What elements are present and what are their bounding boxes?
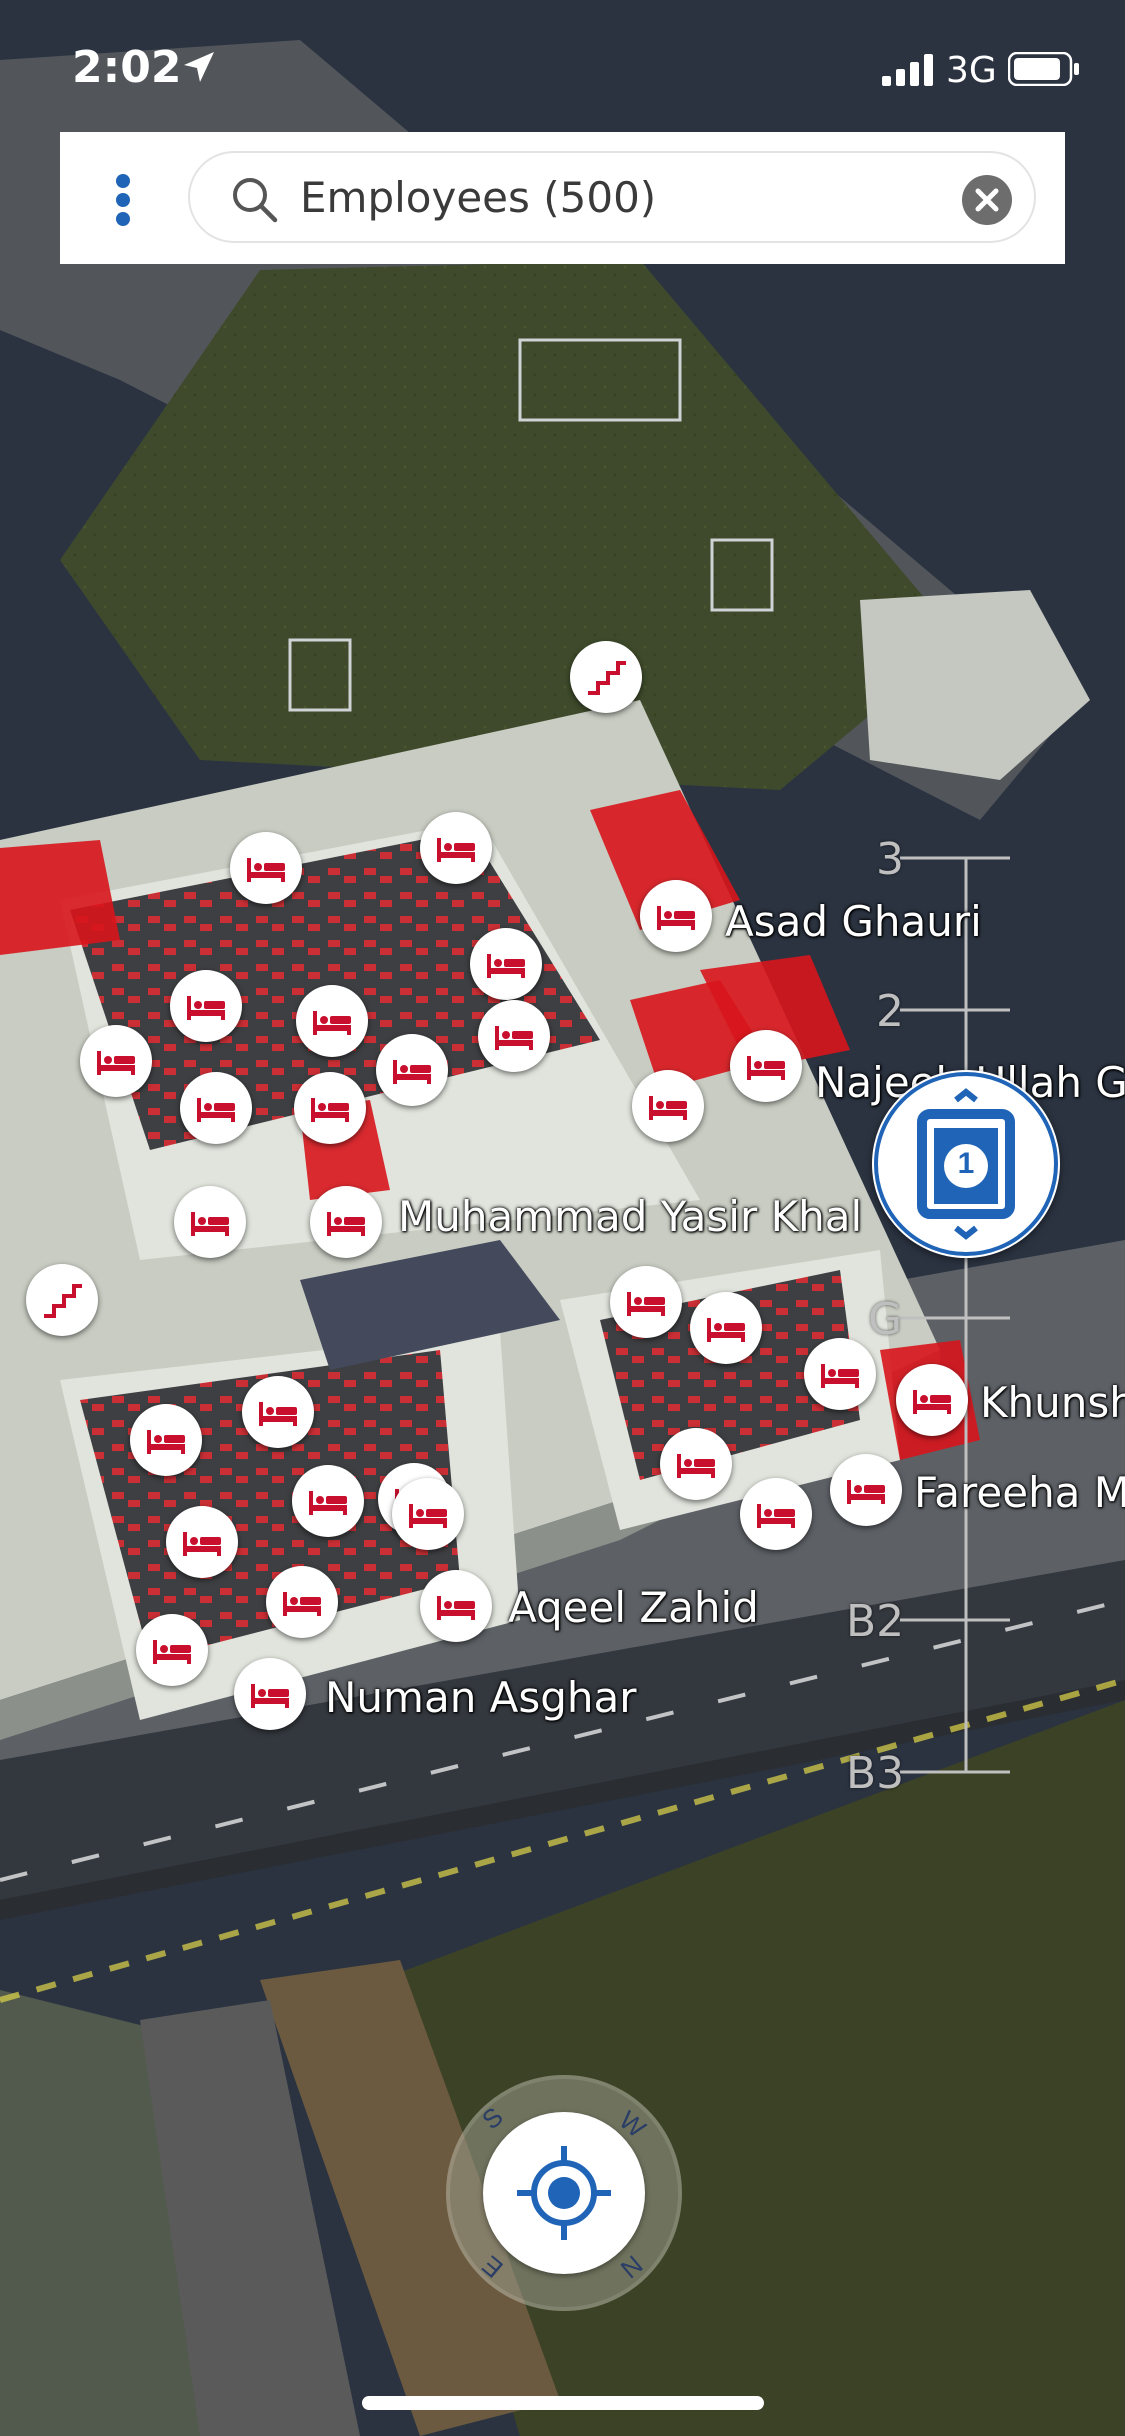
bed-icon — [259, 1402, 297, 1426]
elevator-floor-button[interactable]: 1 — [872, 1070, 1060, 1258]
close-icon — [975, 188, 999, 212]
employee-label[interactable]: Muhammad Yasir Khal — [398, 1192, 862, 1241]
employee-marker[interactable] — [420, 1570, 492, 1642]
bed-icon — [97, 1051, 135, 1075]
bed-icon — [187, 996, 225, 1020]
bed-icon — [313, 1011, 351, 1035]
employee-marker[interactable] — [690, 1292, 762, 1364]
search-query[interactable]: Employees (500) — [300, 173, 656, 222]
employee-marker[interactable] — [478, 1000, 550, 1072]
bed-icon — [495, 1026, 533, 1050]
employee-marker[interactable] — [230, 832, 302, 904]
employee-marker[interactable] — [292, 1465, 364, 1537]
crosshair-icon — [517, 2146, 611, 2240]
employee-label[interactable]: Khunsh — [980, 1378, 1125, 1427]
employee-marker[interactable] — [80, 1025, 152, 1097]
employee-marker[interactable] — [310, 1186, 382, 1258]
employee-marker[interactable] — [174, 1186, 246, 1258]
employee-marker[interactable] — [470, 928, 542, 1000]
stairs-marker[interactable] — [26, 1264, 98, 1336]
floor-label-2[interactable]: 2 — [876, 986, 904, 1037]
vertical-dots-icon — [116, 174, 130, 188]
employee-marker[interactable] — [234, 1658, 306, 1730]
network-type: 3G — [946, 50, 997, 91]
employee-label[interactable]: Aqeel Zahid — [508, 1583, 759, 1632]
bed-icon — [657, 906, 695, 930]
search-bar: Employees (500) — [60, 132, 1065, 264]
bed-icon — [327, 1212, 365, 1236]
employee-marker[interactable] — [610, 1266, 682, 1338]
bed-icon — [847, 1480, 885, 1504]
locate-me-button[interactable] — [483, 2112, 645, 2274]
bed-icon — [197, 1098, 235, 1122]
menu-button[interactable] — [96, 162, 152, 234]
bed-icon — [707, 1318, 745, 1342]
floor-label-3[interactable]: 3 — [876, 834, 904, 885]
bed-icon — [247, 858, 285, 882]
bed-icon — [437, 1596, 475, 1620]
employee-marker[interactable] — [640, 880, 712, 952]
floor-label-g[interactable]: G — [868, 1294, 902, 1345]
bed-icon — [437, 838, 475, 862]
search-input[interactable]: Employees (500) — [188, 151, 1036, 243]
employee-marker[interactable] — [830, 1454, 902, 1526]
map-view[interactable]: 3 2 G B2 B3 Asad Ghauri Najeeb Ullah G M… — [0, 0, 1125, 2436]
stairs-icon — [44, 1284, 82, 1318]
status-bar: 2:02 3G — [0, 0, 1125, 140]
bed-icon — [153, 1640, 191, 1664]
bed-icon — [627, 1292, 665, 1316]
employee-marker[interactable] — [420, 812, 492, 884]
employee-label[interactable]: Numan Asghar — [325, 1673, 637, 1722]
bed-icon — [409, 1504, 447, 1528]
bed-icon — [649, 1096, 687, 1120]
location-arrow-icon — [184, 52, 214, 82]
employee-marker[interactable] — [266, 1566, 338, 1638]
bed-icon — [757, 1504, 795, 1528]
employee-marker[interactable] — [170, 970, 242, 1042]
floor-label-b3[interactable]: B3 — [846, 1748, 904, 1799]
bed-icon — [913, 1390, 951, 1414]
employee-marker[interactable] — [130, 1404, 202, 1476]
clear-search-button[interactable] — [962, 175, 1012, 225]
bed-icon — [393, 1060, 431, 1084]
bed-icon — [191, 1212, 229, 1236]
employee-label[interactable]: Asad Ghauri — [725, 897, 982, 946]
bed-icon — [283, 1592, 321, 1616]
employee-marker[interactable] — [376, 1034, 448, 1106]
floor-label-b2[interactable]: B2 — [846, 1596, 904, 1647]
employee-marker[interactable] — [242, 1376, 314, 1448]
employee-marker[interactable] — [740, 1478, 812, 1550]
bed-icon — [677, 1454, 715, 1478]
employee-marker[interactable] — [180, 1072, 252, 1144]
search-icon — [233, 178, 278, 223]
current-floor: 1 — [957, 1147, 975, 1180]
employee-marker[interactable] — [136, 1614, 208, 1686]
employee-marker[interactable] — [296, 985, 368, 1057]
bed-icon — [309, 1491, 347, 1515]
bed-icon — [311, 1098, 349, 1122]
stairs-marker[interactable] — [570, 641, 642, 713]
bed-icon — [251, 1684, 289, 1708]
employee-marker[interactable] — [392, 1478, 464, 1550]
bed-icon — [487, 954, 525, 978]
status-time: 2:02 — [72, 42, 182, 93]
employee-marker[interactable] — [804, 1338, 876, 1410]
signal-strength-icon — [882, 54, 933, 86]
bed-icon — [183, 1532, 221, 1556]
employee-marker[interactable] — [896, 1364, 968, 1436]
battery-icon — [1008, 52, 1079, 86]
employee-label[interactable]: Fareeha M — [914, 1468, 1125, 1517]
stairs-icon — [588, 661, 626, 695]
employee-marker[interactable] — [294, 1072, 366, 1144]
employee-marker[interactable] — [632, 1070, 704, 1142]
bed-icon — [821, 1364, 859, 1388]
employee-marker[interactable] — [166, 1506, 238, 1578]
employee-marker[interactable] — [660, 1428, 732, 1500]
home-indicator[interactable] — [362, 2396, 764, 2410]
bed-icon — [747, 1056, 785, 1080]
bed-icon — [147, 1430, 185, 1454]
employee-marker[interactable] — [730, 1030, 802, 1102]
